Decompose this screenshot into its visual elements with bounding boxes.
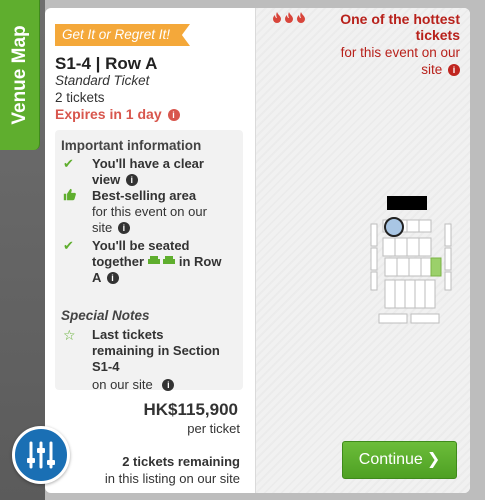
expiry-notice: Expires in 1 day i [55, 106, 180, 122]
continue-button[interactable]: Continue ❯ [342, 441, 457, 479]
thumbs-up-icon [63, 188, 79, 205]
info-icon[interactable]: i [117, 222, 130, 234]
info-item-text: site [92, 220, 113, 235]
hot-tickets-text: tickets [415, 27, 460, 43]
hot-tickets-heading: One of the hottest tickets [310, 11, 460, 43]
hot-tickets-text: One of the hottest [340, 11, 460, 27]
info-icon[interactable]: i [106, 272, 119, 284]
ticket-class: Standard Ticket [55, 73, 150, 88]
star-outline-icon: ☆ [63, 327, 76, 343]
map-section [394, 237, 408, 257]
info-icon[interactable]: i [167, 109, 180, 121]
venue-map-label: Venue Map [8, 25, 30, 125]
map-section [406, 219, 420, 233]
special-notes-heading: Special Notes [61, 308, 150, 323]
important-heading: Important information [61, 138, 202, 153]
listing-card: Get It or Regret It! S1-4 | Row A Standa… [45, 8, 470, 493]
map-section [370, 271, 378, 291]
map-section [384, 257, 398, 277]
expiry-text: Expires in 1 day [55, 106, 162, 122]
price-amount: HK$115,900 [143, 400, 238, 419]
sliders-icon [27, 441, 55, 469]
selected-section [430, 257, 442, 277]
map-section [418, 219, 432, 233]
map-section [406, 237, 420, 257]
info-item-text: A [92, 270, 101, 285]
ticket-count: 2 tickets [55, 90, 105, 105]
price-unit: per ticket [187, 421, 240, 436]
listing-title: S1-4 | Row A [55, 54, 158, 73]
listing-note: in this listing on our site [104, 471, 240, 486]
map-section [414, 279, 426, 309]
map-section [382, 237, 396, 257]
map-section [444, 247, 452, 271]
filters-button[interactable] [12, 426, 70, 484]
map-section [410, 313, 440, 324]
info-item-text: Best-selling area [92, 188, 197, 203]
stage [387, 196, 427, 210]
map-section [370, 223, 378, 247]
chevron-right-icon: ❯ [426, 451, 441, 468]
special-note-text: S1-4 [92, 359, 120, 374]
map-section [408, 257, 422, 277]
map-section [418, 237, 432, 257]
venue-seating-map[interactable] [365, 196, 455, 326]
map-section [420, 257, 432, 277]
map-section [370, 247, 378, 271]
special-note-text: remaining in Section [92, 343, 220, 358]
info-item-text: view [92, 172, 121, 187]
flame-icon [272, 12, 308, 27]
check-icon: ✔ [63, 156, 74, 171]
location-marker-icon [384, 217, 404, 237]
info-item-text: You'll be seated [92, 238, 190, 253]
check-icon: ✔ [63, 238, 74, 253]
info-icon[interactable]: i [162, 379, 175, 391]
info-item-text: together [92, 254, 144, 269]
info-item-text: for this event on our [92, 204, 207, 219]
seat-icon [163, 254, 176, 269]
map-section [424, 279, 436, 309]
seat-icon [147, 254, 160, 269]
map-section [444, 223, 452, 247]
venue-map-tab[interactable]: Venue Map [0, 0, 40, 150]
important-info-box: Important information ✔ You'll have a cl… [55, 130, 243, 392]
hot-tickets-text: site [421, 62, 443, 77]
info-icon[interactable]: i [125, 174, 138, 186]
info-item-text: in Row [178, 254, 222, 269]
map-section [378, 313, 408, 324]
map-section [444, 271, 452, 291]
map-section [384, 279, 396, 309]
special-note-text: on our site [92, 377, 153, 392]
map-section [404, 279, 416, 309]
map-section [396, 257, 410, 277]
hot-tickets-subtext: for this event on our site i [280, 44, 460, 78]
continue-label: Continue [358, 451, 423, 468]
special-note-text: Last tickets [92, 327, 164, 342]
promo-ribbon: Get It or Regret It! [55, 24, 190, 46]
info-item-text: You'll have a clear [92, 156, 204, 171]
tickets-remaining: 2 tickets remaining [122, 454, 240, 469]
map-section [394, 279, 406, 309]
hot-tickets-text: for this event on our [340, 45, 460, 60]
info-icon[interactable]: i [448, 64, 460, 76]
